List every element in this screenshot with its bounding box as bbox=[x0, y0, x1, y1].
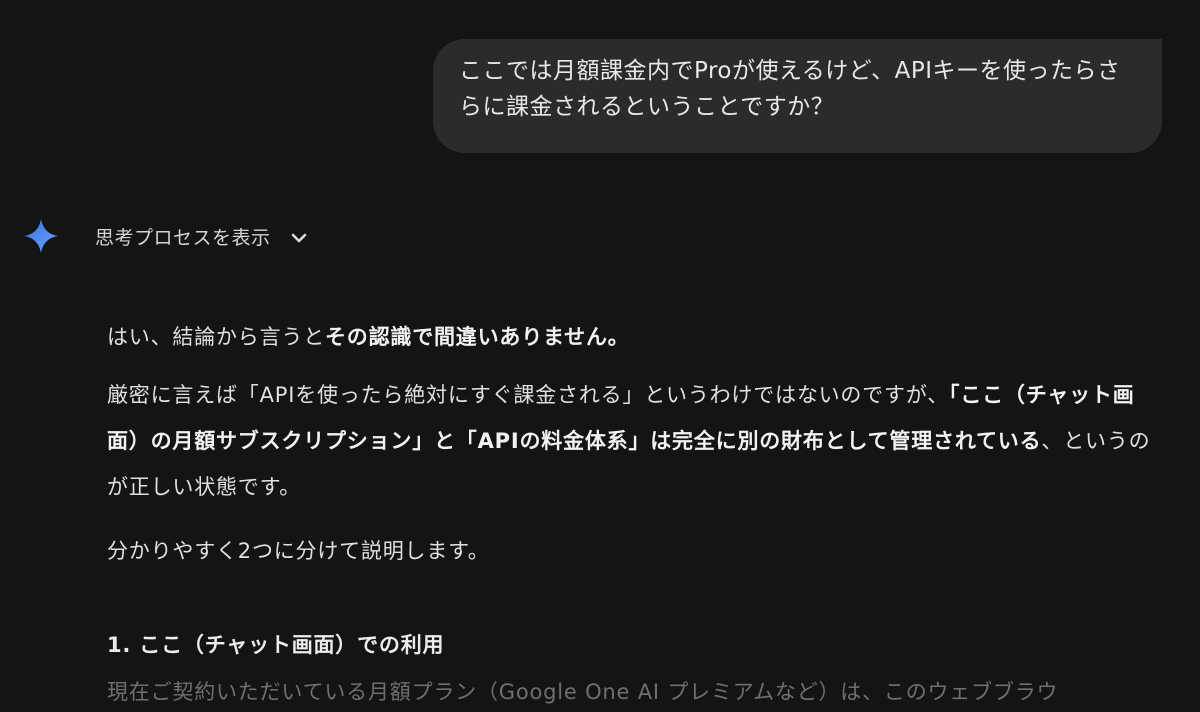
response-paragraph-3: 分かりやすく2つに分けて説明します。 bbox=[107, 528, 1159, 574]
paragraph-text: はい、結論から言うと bbox=[107, 325, 325, 349]
paragraph-text: 厳密に言えば「APIを使ったら絶対にすぐ課金される」というわけではないのですが、 bbox=[107, 383, 950, 407]
response-paragraph-4: 現在ご契約いただいている月額プラン（Google One AI プレミアムなど）… bbox=[107, 672, 1159, 712]
paragraph-text: 現在ご契約いただいている月額プラン（Google One AI プレミアムなど）… bbox=[107, 680, 1059, 704]
response-paragraph-1: はい、結論から言うとその認識で間違いありません。 bbox=[107, 314, 1159, 360]
gemini-spark-icon bbox=[24, 219, 58, 253]
assistant-response: はい、結論から言うとその認識で間違いありません。 厳密に言えば「APIを使ったら… bbox=[107, 314, 1159, 712]
chevron-down-icon[interactable] bbox=[289, 228, 309, 248]
section-heading-1: 1. ここ（チャット画面）での利用 bbox=[107, 633, 445, 657]
bold-conclusion: その認識で間違いありません。 bbox=[325, 325, 630, 349]
user-message-bubble: ここでは月額課金内でProが使えるけど、APIキーを使ったらさらに課金されるとい… bbox=[433, 39, 1162, 153]
response-paragraph-2: 厳密に言えば「APIを使ったら絶対にすぐ課金される」というわけではないのですが、… bbox=[107, 372, 1159, 510]
paragraph-text: 分かりやすく2つに分けて説明します。 bbox=[107, 539, 490, 563]
user-message-text: ここでは月額課金内でProが使えるけど、APIキーを使ったらさらに課金されるとい… bbox=[459, 58, 1121, 120]
show-thinking-label[interactable]: 思考プロセスを表示 bbox=[95, 223, 271, 250]
show-thinking-toggle[interactable]: 思考プロセスを表示 bbox=[23, 216, 309, 256]
